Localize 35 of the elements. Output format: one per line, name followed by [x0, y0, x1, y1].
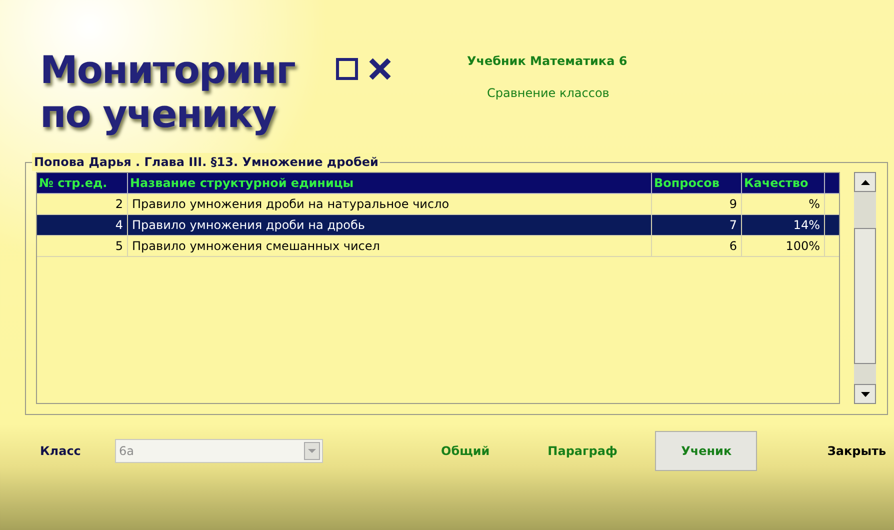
- column-header[interactable]: № стр.ед.: [37, 173, 128, 193]
- table-cell: %: [742, 194, 825, 214]
- table-cell: 6: [652, 236, 742, 256]
- table-row[interactable]: 4 Правило умножения дроби на дробь 7 14%: [37, 215, 839, 236]
- table-cell: 5: [37, 236, 128, 256]
- table-cell: 100%: [742, 236, 825, 256]
- nav-button[interactable]: Параграф: [528, 431, 638, 471]
- maximize-icon[interactable]: [336, 58, 358, 80]
- down-arrow-icon[interactable]: [860, 392, 870, 396]
- column-header[interactable]: Название структурной единицы: [128, 173, 652, 193]
- app-title: Мониторинг: [40, 48, 296, 92]
- up-arrow-icon[interactable]: [860, 180, 870, 184]
- select-value: 6а: [118, 443, 135, 460]
- close-icon[interactable]: [368, 58, 392, 80]
- compare-classes-link[interactable]: Сравнение классов: [487, 84, 628, 102]
- app-title: по ученику: [40, 92, 277, 136]
- table-cell: 4: [37, 215, 128, 235]
- table-cell: 7: [652, 215, 742, 235]
- table-cell: Правило умножения смешанных чисел: [128, 236, 652, 256]
- group-title: Попова Дарья . Глава III. §13. Умножение дробей: [32, 153, 380, 171]
- column-header[interactable]: Качество: [742, 173, 825, 193]
- nav-button[interactable]: Общий: [421, 431, 510, 471]
- table-cell: 9: [652, 194, 742, 214]
- table-cell: 14%: [742, 215, 825, 235]
- class-label: Класс: [40, 443, 82, 460]
- scrollbar-thumb[interactable]: [854, 228, 876, 364]
- table-row[interactable]: 5 Правило умножения смешанных чисел 6 100%: [37, 236, 839, 257]
- table-cell: Правило умножения дроби на натуральное число: [128, 194, 652, 214]
- close-button[interactable]: Закрыть: [827, 442, 886, 460]
- scrollbar[interactable]: [854, 172, 876, 404]
- table-cell: Правило умножения дроби на дробь: [128, 215, 652, 235]
- column-header[interactable]: Вопросов: [652, 173, 742, 193]
- nav-button[interactable]: Ученик: [655, 431, 758, 471]
- textbook-title: Учебник Математика 6: [467, 53, 628, 70]
- table-cell: 2: [37, 194, 128, 214]
